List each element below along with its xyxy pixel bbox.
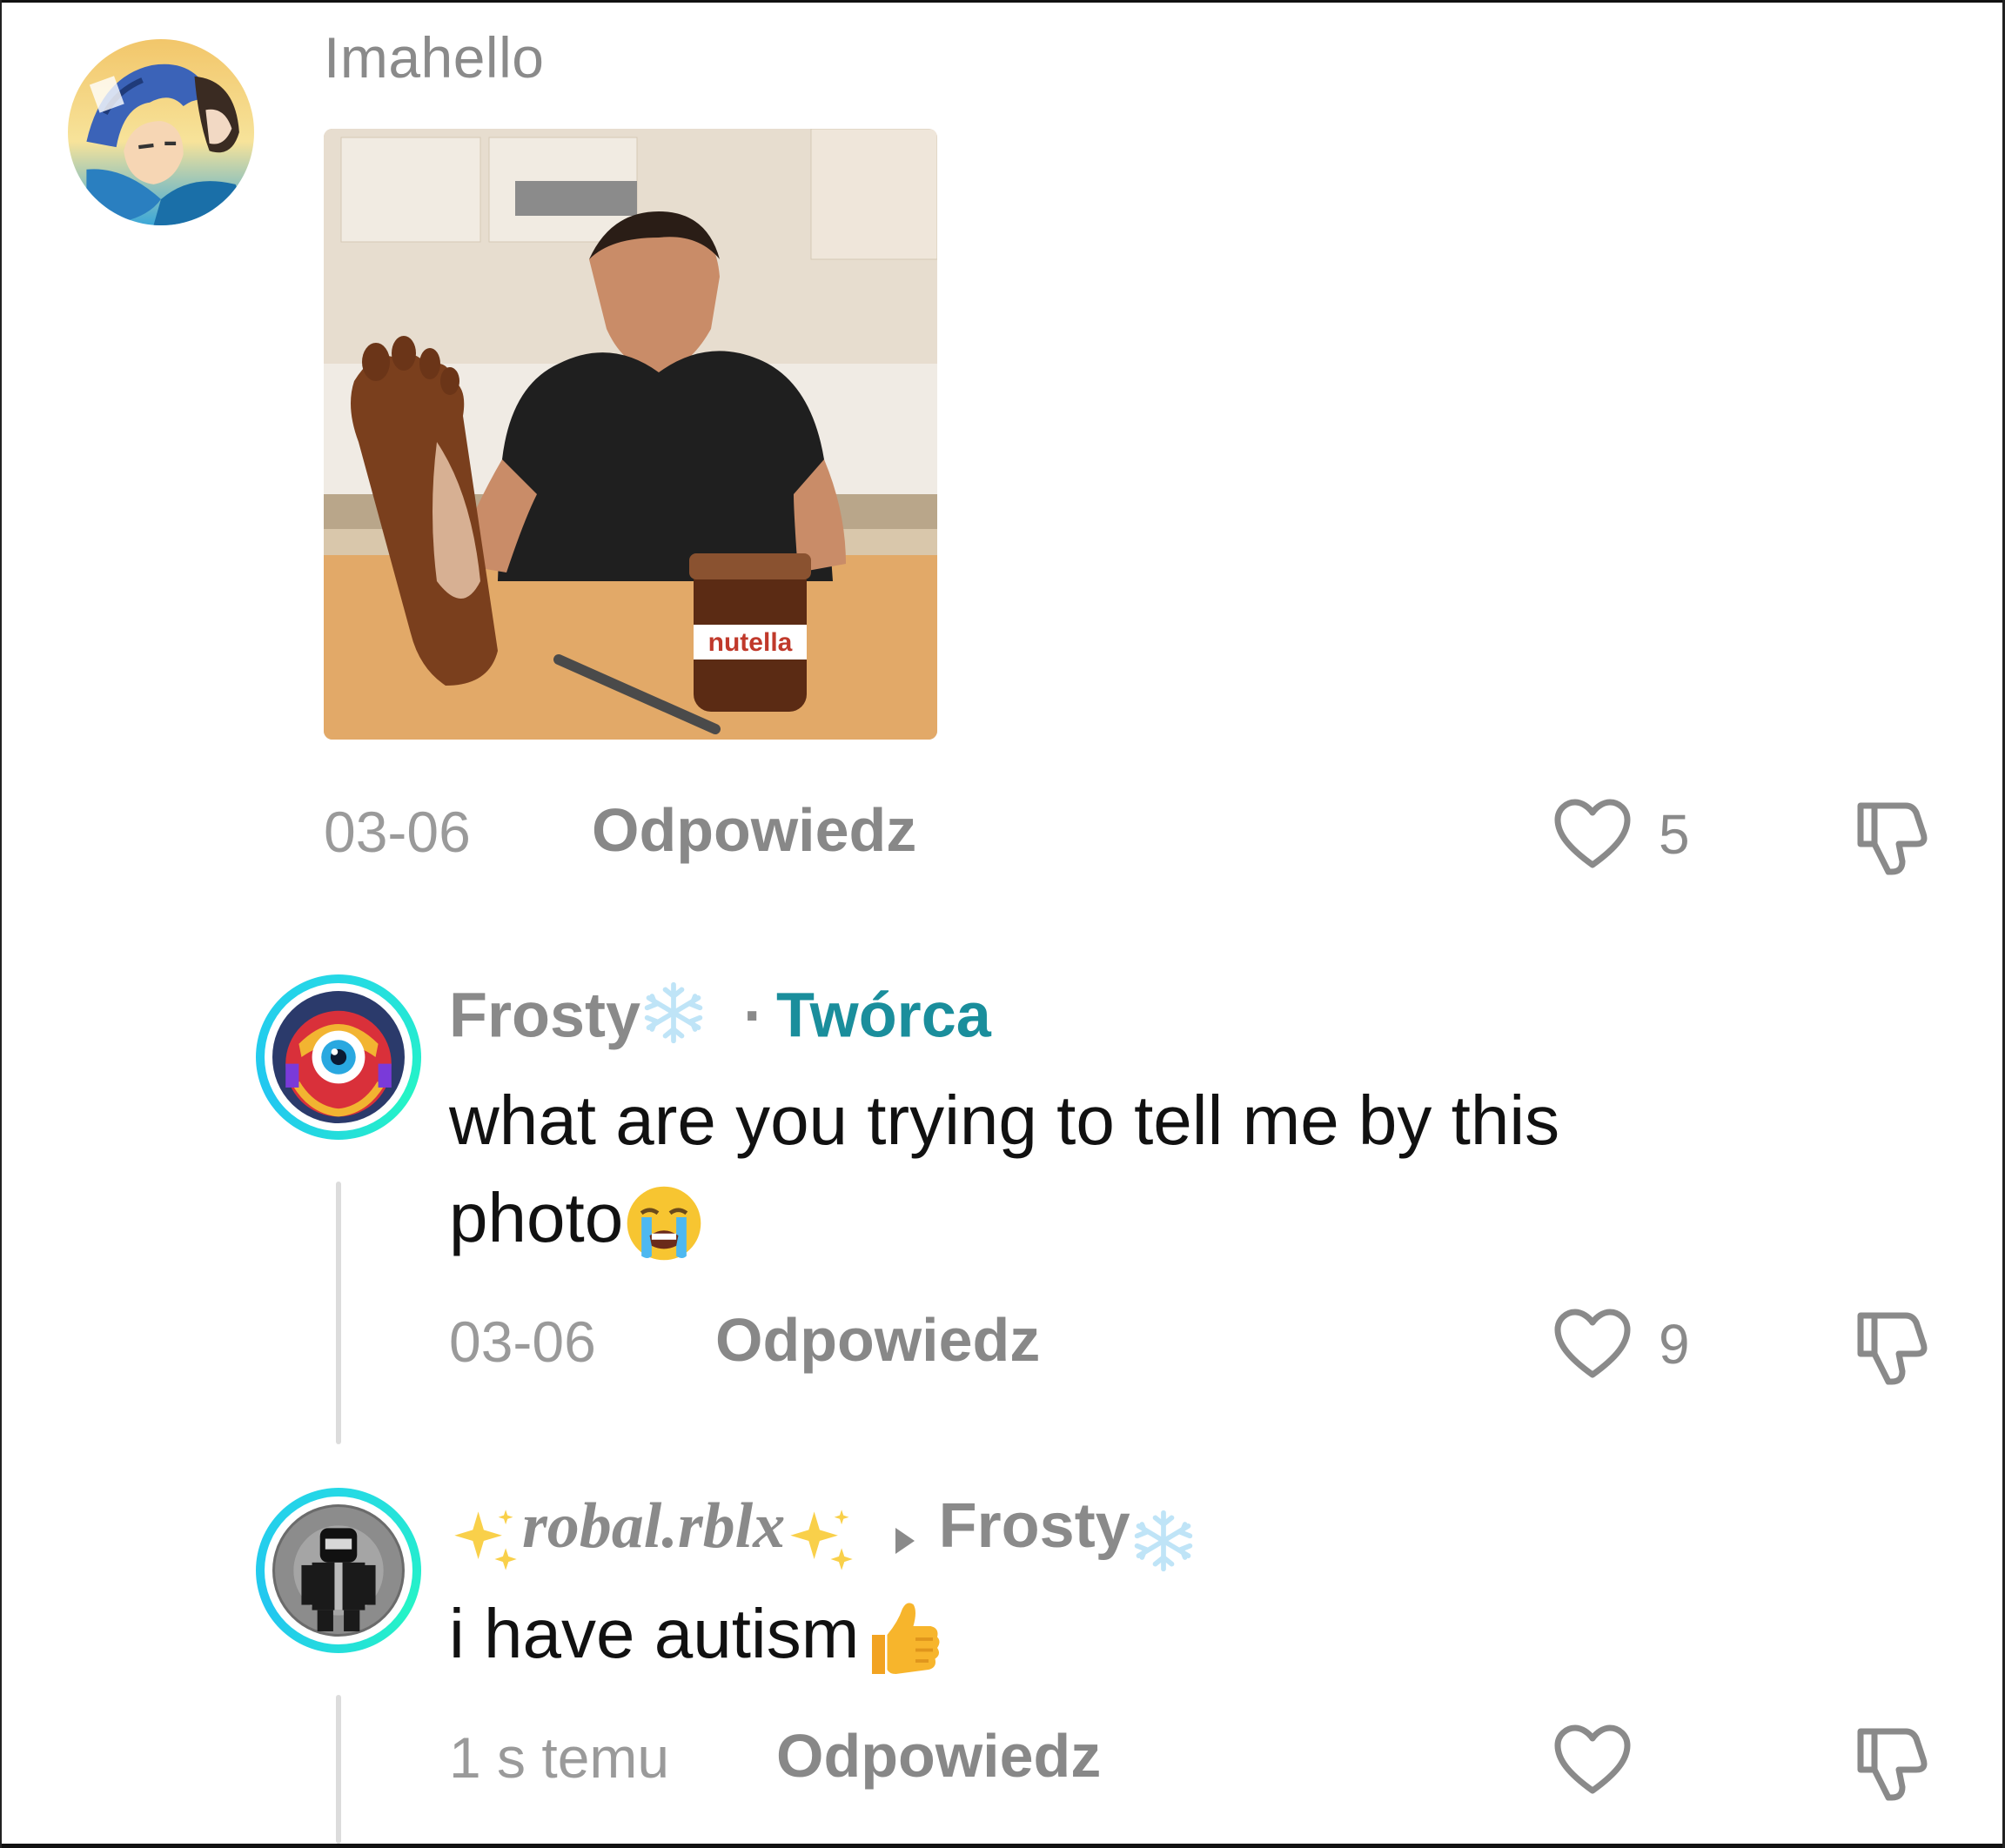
snowflake-icon [640, 980, 707, 1061]
dislike-icon[interactable] [1847, 1302, 1937, 1392]
sparkles-icon [785, 1504, 858, 1582]
creator-badge: Twórca [776, 981, 991, 1051]
screenshot-border-bottom [0, 1844, 2005, 1848]
snowflake-icon [1130, 1508, 1197, 1578]
robot-avatar-icon [272, 991, 405, 1123]
comment-image[interactable]: nutella [324, 129, 937, 740]
heart-icon[interactable] [1551, 795, 1634, 872]
comment-username[interactable]: Frosty [449, 981, 640, 1051]
comment-username[interactable]: robal.rblx [522, 1490, 785, 1562]
comment-text-word: photo [449, 1179, 624, 1256]
anime-character-avatar-icon [68, 39, 254, 225]
avatar [272, 991, 405, 1123]
thread-line [336, 1182, 341, 1444]
comment-username[interactable]: Imahello [324, 24, 544, 90]
loudly-crying-face-emoji-icon [623, 1182, 705, 1264]
comment-header: robal.rblx Frosty [449, 1490, 1197, 1582]
avatar-story-ring[interactable] [256, 974, 421, 1140]
comment-date: 03-06 [324, 800, 471, 864]
roblox-character-avatar-icon [272, 1504, 405, 1637]
thread-line [336, 1695, 341, 1844]
reply-button[interactable]: Odpowiedz [592, 795, 916, 865]
reply-button[interactable]: Odpowiedz [776, 1721, 1101, 1791]
comment-text-line-2: photo [449, 1169, 1559, 1267]
comment-text: what are you trying to tell me by this p… [449, 1072, 1559, 1267]
comment-text-line: what are you trying to tell me by this [449, 1081, 1560, 1159]
heart-icon[interactable] [1551, 1721, 1634, 1798]
avatar[interactable] [68, 39, 254, 225]
dislike-icon[interactable] [1847, 792, 1937, 882]
sparkles-icon [449, 1504, 522, 1582]
comment-text-content: i have autism [449, 1595, 860, 1672]
reply-to-username[interactable]: Frosty [939, 1491, 1130, 1561]
avatar-story-ring[interactable] [256, 1488, 421, 1653]
avatar-ring-inner [265, 1496, 412, 1644]
reply-arrow-icon [894, 1526, 916, 1560]
comment-text: i have autism [449, 1585, 946, 1683]
heart-icon[interactable] [1551, 1305, 1634, 1382]
separator-dot: · [743, 981, 765, 1051]
screenshot-border-left [0, 0, 2, 1848]
comment-header: Frosty · Twórca [449, 980, 991, 1061]
thumbs-up-emoji-icon [859, 1596, 946, 1683]
avatar [272, 1504, 405, 1637]
avatar-ring-inner [265, 983, 412, 1131]
dislike-icon[interactable] [1847, 1717, 1937, 1808]
svg-text:nutella: nutella [708, 628, 793, 657]
screenshot-border-top [0, 0, 2005, 3]
comment-date: 1 s temu [449, 1725, 670, 1790]
like-count: 5 [1659, 803, 1690, 866]
reply-button[interactable]: Odpowiedz [715, 1305, 1040, 1375]
comment-date: 03-06 [449, 1309, 596, 1374]
like-count: 9 [1659, 1313, 1690, 1376]
photo-image: nutella [324, 129, 937, 740]
